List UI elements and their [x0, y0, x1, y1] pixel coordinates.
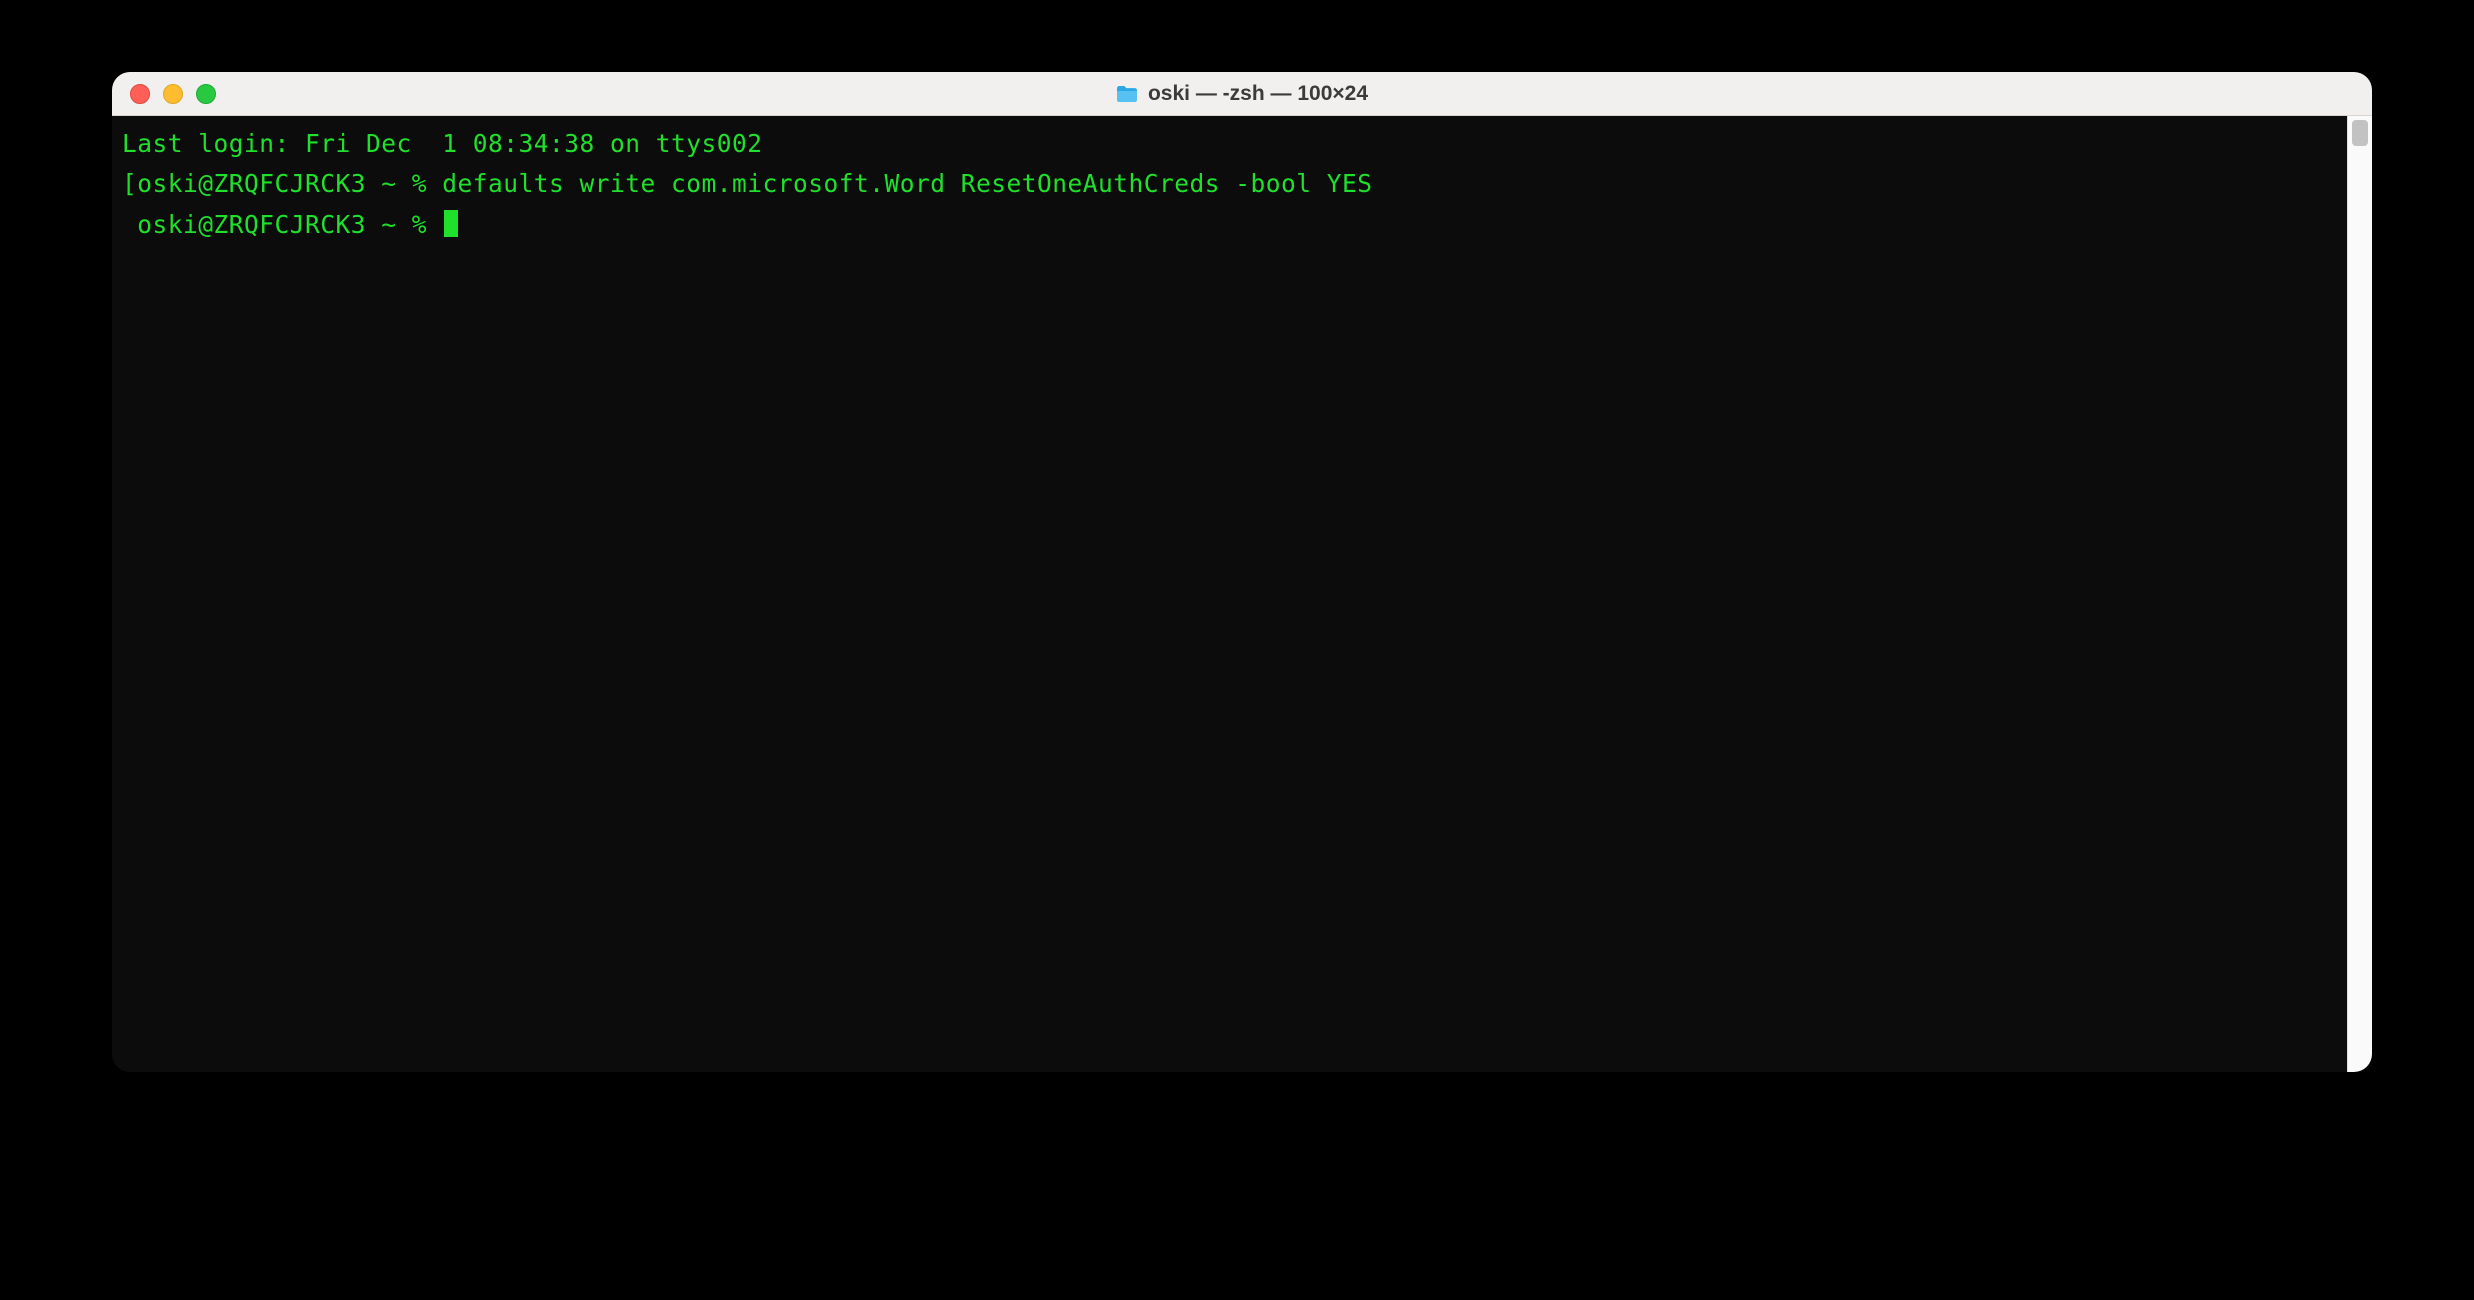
window-title-text: oski — -zsh — 100×24 — [1148, 82, 1368, 106]
scrollbar-track[interactable] — [2347, 116, 2372, 1072]
terminal-text[interactable]: Last login: Fri Dec 1 08:34:38 on ttys00… — [112, 116, 2347, 1072]
window-title-wrap: oski — -zsh — 100×24 — [1116, 82, 1368, 106]
terminal-line: Last login: Fri Dec 1 08:34:38 on ttys00… — [122, 124, 2337, 164]
minimize-button[interactable] — [163, 84, 183, 104]
terminal-body[interactable]: Last login: Fri Dec 1 08:34:38 on ttys00… — [112, 116, 2372, 1072]
titlebar[interactable]: oski — -zsh — 100×24 — [112, 72, 2372, 116]
close-button[interactable] — [130, 84, 150, 104]
scrollbar-thumb[interactable] — [2352, 120, 2368, 146]
traffic-lights — [130, 84, 216, 104]
terminal-window: oski — -zsh — 100×24 Last login: Fri Dec… — [112, 72, 2372, 1072]
cursor — [444, 210, 458, 237]
terminal-prompt-line: oski@ZRQFCJRCK3 ~ % — [122, 205, 2337, 245]
terminal-line: [oski@ZRQFCJRCK3 ~ % defaults write com.… — [122, 164, 2337, 204]
terminal-prompt-text: oski@ZRQFCJRCK3 ~ % — [122, 210, 442, 239]
folder-icon — [1116, 85, 1138, 103]
zoom-button[interactable] — [196, 84, 216, 104]
